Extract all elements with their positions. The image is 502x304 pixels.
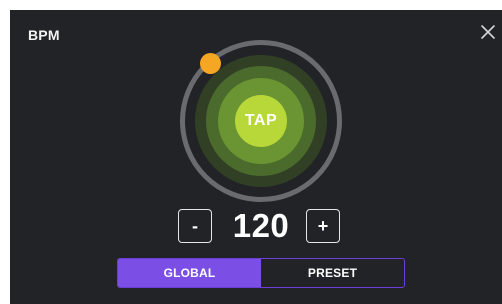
bpm-dialog: BPM TAP - 120 + GLOBAL PRESET [10, 10, 502, 304]
decrement-button[interactable]: - [178, 209, 212, 243]
dialog-title: BPM [28, 27, 60, 43]
close-icon[interactable] [480, 24, 496, 40]
mode-preset-button[interactable]: PRESET [261, 259, 404, 287]
mode-global-button[interactable]: GLOBAL [118, 259, 261, 287]
tap-dial[interactable]: TAP [180, 40, 342, 202]
increment-button[interactable]: + [306, 209, 340, 243]
tap-button[interactable]: TAP [235, 95, 287, 147]
mode-toggle: GLOBAL PRESET [117, 258, 405, 288]
dial-knob[interactable] [200, 53, 221, 74]
bpm-value: 120 [232, 207, 290, 244]
